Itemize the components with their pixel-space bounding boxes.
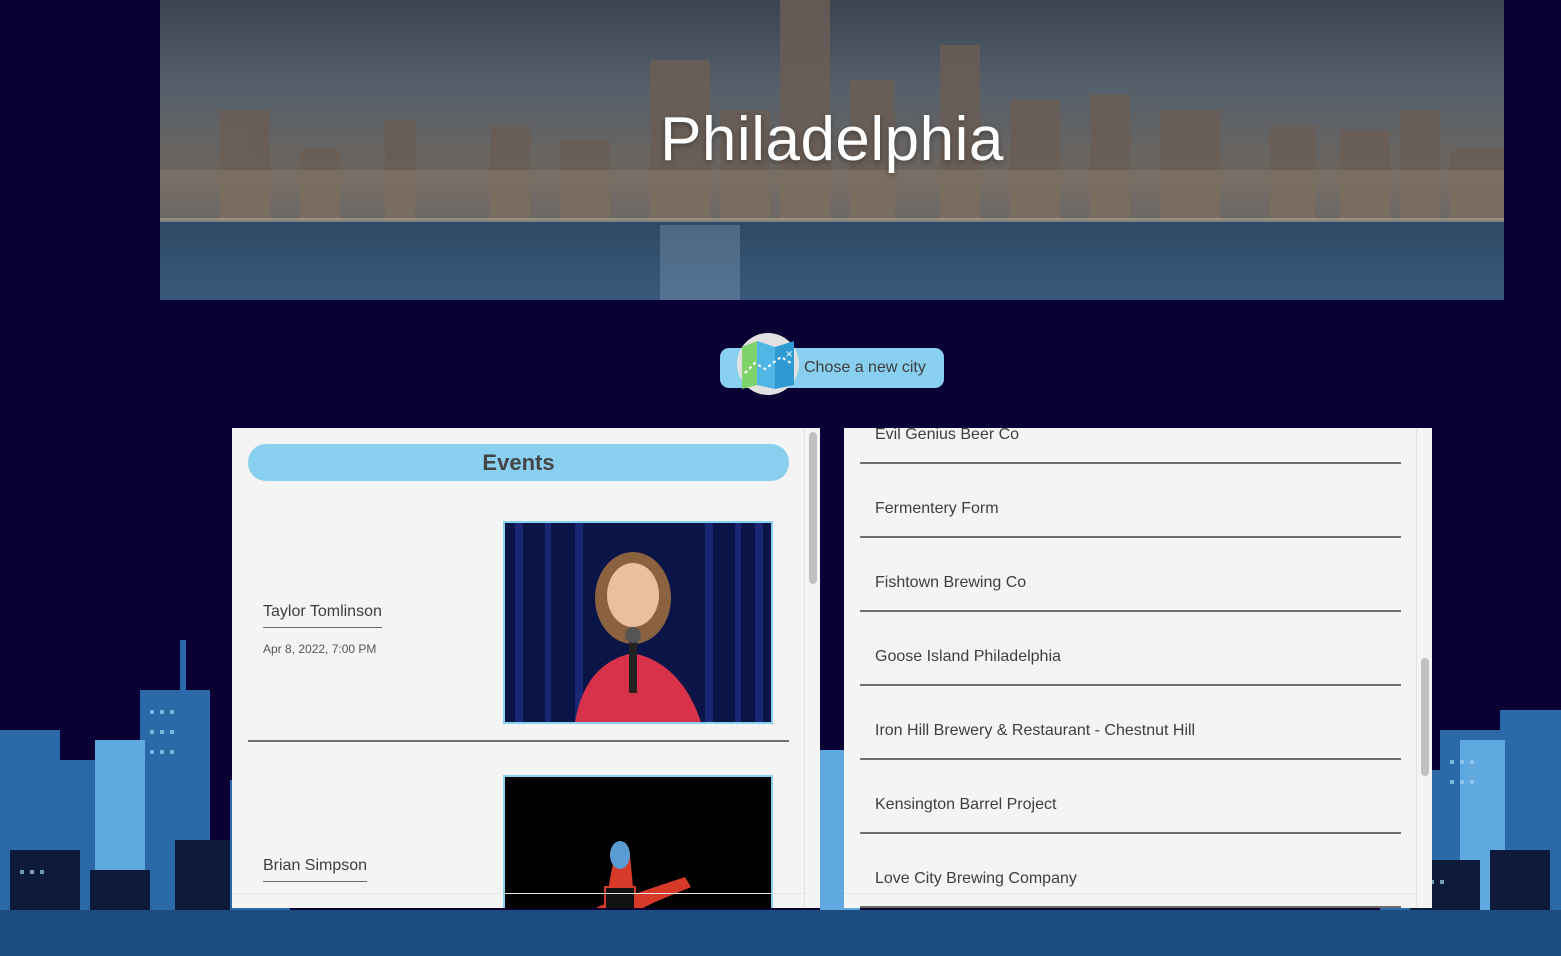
- event-card[interactable]: Brian Simpson: [248, 775, 789, 908]
- svg-text:×: ×: [785, 349, 793, 360]
- scroll-area-edge: [844, 893, 1416, 894]
- events-scrollbar[interactable]: [804, 428, 820, 908]
- place-name: Goose Island Philadelphia: [875, 648, 1061, 665]
- events-panel[interactable]: Events Taylor Tomlinson Apr 8, 2022, 7:0…: [232, 428, 820, 908]
- events-scroll-thumb[interactable]: [809, 432, 817, 584]
- place-name: Kensington Barrel Project: [875, 796, 1057, 813]
- event-divider: [248, 740, 789, 742]
- place-name: Iron Hill Brewery & Restaurant - Chestnu…: [875, 722, 1196, 739]
- place-item[interactable]: Fermentery Form: [860, 464, 1401, 538]
- place-item[interactable]: Kensington Barrel Project: [860, 760, 1401, 834]
- place-item[interactable]: Goose Island Philadelphia: [860, 612, 1401, 686]
- event-name[interactable]: Taylor Tomlinson: [263, 603, 382, 628]
- place-item[interactable]: Evil Genius Beer Co: [860, 428, 1401, 464]
- places-scroll-thumb[interactable]: [1421, 658, 1429, 776]
- place-name: Fishtown Brewing Co: [875, 574, 1027, 591]
- place-name: Love City Brewing Company: [875, 870, 1077, 887]
- event-card[interactable]: Taylor Tomlinson Apr 8, 2022, 7:00 PM: [248, 521, 789, 741]
- choose-city-label: Chose a new city: [804, 359, 926, 376]
- place-item[interactable]: Love City Brewing Company: [860, 834, 1401, 908]
- events-header: Events: [248, 444, 789, 481]
- place-name: Evil Genius Beer Co: [875, 428, 1020, 443]
- event-image[interactable]: [503, 521, 773, 724]
- event-image[interactable]: [503, 775, 773, 908]
- event-date: Apr 8, 2022, 7:00 PM: [263, 642, 377, 656]
- hero-banner: Philadelphia: [160, 0, 1504, 300]
- place-item[interactable]: Iron Hill Brewery & Restaurant - Chestnu…: [860, 686, 1401, 760]
- map-icon[interactable]: ×: [737, 333, 799, 395]
- event-name[interactable]: Brian Simpson: [263, 857, 368, 882]
- scroll-area-edge: [232, 893, 804, 894]
- places-panel[interactable]: Evil Genius Beer Co Fermentery Form Fish…: [844, 428, 1432, 908]
- place-name: Fermentery Form: [875, 500, 999, 517]
- city-title: Philadelphia: [660, 105, 1004, 174]
- places-scrollbar[interactable]: [1416, 428, 1432, 908]
- place-item[interactable]: Fishtown Brewing Co: [860, 538, 1401, 612]
